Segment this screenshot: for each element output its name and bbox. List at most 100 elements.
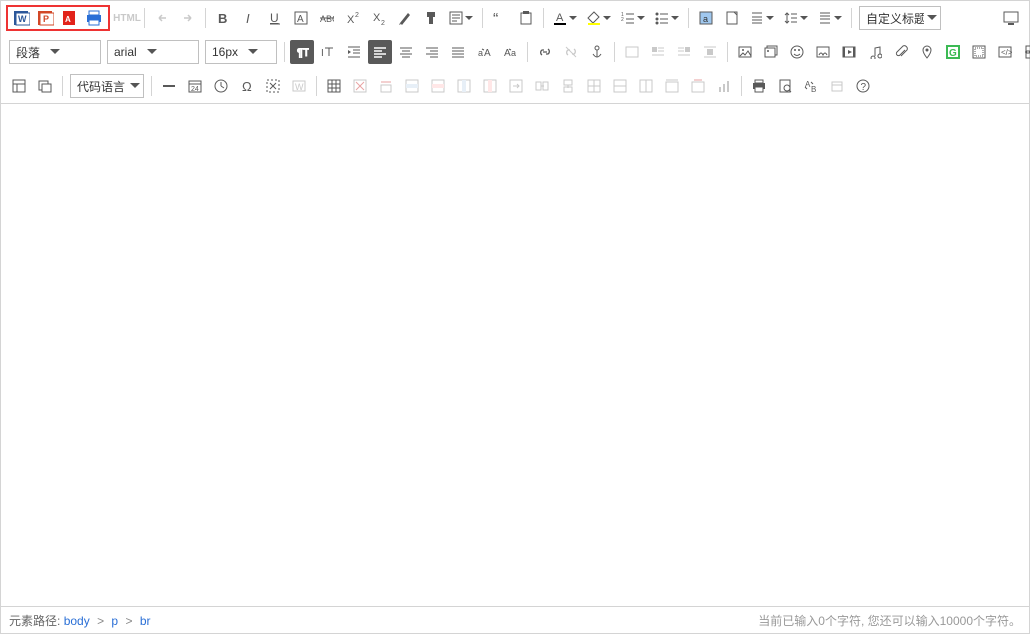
horizontal-rule-icon[interactable] bbox=[157, 74, 181, 98]
attachment-icon[interactable] bbox=[889, 40, 913, 64]
forecolor-icon[interactable]: A bbox=[549, 6, 581, 30]
search-replace-icon[interactable]: AB bbox=[799, 74, 823, 98]
row-spacing-top-icon[interactable] bbox=[746, 6, 778, 30]
select-all-icon[interactable]: a bbox=[694, 6, 718, 30]
import-pdf-icon[interactable]: A bbox=[61, 9, 79, 27]
insert-col-icon[interactable] bbox=[452, 74, 476, 98]
snapscreen-icon[interactable] bbox=[261, 74, 285, 98]
pagebreak-icon[interactable] bbox=[1019, 40, 1030, 64]
split-cols-icon[interactable] bbox=[634, 74, 658, 98]
delete-row-icon[interactable] bbox=[426, 74, 450, 98]
link-icon[interactable] bbox=[533, 40, 557, 64]
direction-rtl-icon[interactable]: I bbox=[316, 40, 340, 64]
bold-icon[interactable]: B bbox=[211, 6, 235, 30]
pasteplain-icon[interactable] bbox=[514, 6, 538, 30]
fontborder-icon[interactable]: A bbox=[289, 6, 313, 30]
format-match-icon[interactable] bbox=[419, 6, 443, 30]
print-icon[interactable] bbox=[85, 9, 103, 27]
date-icon[interactable]: 24 bbox=[183, 74, 207, 98]
touppercase-icon[interactable]: aA bbox=[472, 40, 496, 64]
insert-para-before-table-icon[interactable] bbox=[374, 74, 398, 98]
editor-content-area[interactable] bbox=[1, 103, 1029, 606]
clear-doc-icon[interactable] bbox=[720, 6, 744, 30]
paragraph-select[interactable]: 段落 bbox=[9, 40, 101, 64]
emotion-icon[interactable] bbox=[785, 40, 809, 64]
font-size-select[interactable]: 16px bbox=[205, 40, 277, 64]
tolowercase-icon[interactable]: Aa bbox=[498, 40, 522, 64]
autotypeset-icon[interactable] bbox=[445, 6, 477, 30]
unordered-list-icon[interactable] bbox=[651, 6, 683, 30]
line-height-icon[interactable] bbox=[780, 6, 812, 30]
time-icon[interactable] bbox=[209, 74, 233, 98]
custom-title-select[interactable]: 自定义标题 bbox=[859, 6, 941, 30]
rich-text-editor: W P A HTML B I U A ABC X2 X2 “ A 12 a bbox=[0, 0, 1030, 634]
svg-text:24: 24 bbox=[191, 86, 199, 93]
source-html-button[interactable]: HTML bbox=[115, 6, 139, 30]
map-icon[interactable] bbox=[915, 40, 939, 64]
help-icon[interactable]: ? bbox=[851, 74, 875, 98]
redo-icon[interactable] bbox=[176, 6, 200, 30]
delete-col-icon[interactable] bbox=[478, 74, 502, 98]
split-rows-icon[interactable] bbox=[608, 74, 632, 98]
background-icon[interactable] bbox=[33, 74, 57, 98]
svg-text:X: X bbox=[373, 12, 381, 24]
import-ppt-icon[interactable]: P bbox=[37, 9, 55, 27]
svg-text:B: B bbox=[218, 11, 227, 25]
editor-body[interactable] bbox=[13, 128, 1017, 606]
scrawl-icon[interactable] bbox=[811, 40, 835, 64]
code-language-select[interactable]: 代码语言 bbox=[70, 74, 144, 98]
merge-down-icon[interactable] bbox=[556, 74, 580, 98]
image-left-icon[interactable] bbox=[646, 40, 670, 64]
template-icon[interactable] bbox=[7, 74, 31, 98]
backcolor-icon[interactable] bbox=[583, 6, 615, 30]
wordimage-icon[interactable]: W bbox=[287, 74, 311, 98]
path-segment-p[interactable]: p bbox=[111, 614, 118, 628]
subscript-icon[interactable]: X2 bbox=[367, 6, 391, 30]
merge-cells-icon[interactable] bbox=[504, 74, 528, 98]
delete-table-icon[interactable] bbox=[348, 74, 372, 98]
drafts-icon[interactable] bbox=[825, 74, 849, 98]
undo-icon[interactable] bbox=[150, 6, 174, 30]
merge-right-icon[interactable] bbox=[530, 74, 554, 98]
insert-caption-icon[interactable] bbox=[660, 74, 684, 98]
direction-ltr-icon[interactable]: ¶T bbox=[290, 40, 314, 64]
insert-table-icon[interactable] bbox=[322, 74, 346, 98]
split-cells-icon[interactable] bbox=[582, 74, 606, 98]
indent-icon[interactable] bbox=[342, 40, 366, 64]
image-right-icon[interactable] bbox=[672, 40, 696, 64]
blockquote-icon[interactable]: “ bbox=[488, 6, 512, 30]
strikethrough-icon[interactable]: ABC bbox=[315, 6, 339, 30]
gmap-icon[interactable]: G bbox=[941, 40, 965, 64]
import-word-icon[interactable]: W bbox=[13, 9, 31, 27]
chart-icon[interactable] bbox=[712, 74, 736, 98]
insert-row-icon[interactable] bbox=[400, 74, 424, 98]
image-none-icon[interactable] bbox=[620, 40, 644, 64]
frame-icon[interactable] bbox=[967, 40, 991, 64]
font-family-select[interactable]: arial bbox=[107, 40, 199, 64]
simple-upload-icon[interactable] bbox=[733, 40, 757, 64]
italic-icon[interactable]: I bbox=[237, 6, 261, 30]
multi-image-icon[interactable] bbox=[759, 40, 783, 64]
music-icon[interactable] bbox=[863, 40, 887, 64]
code-icon[interactable]: </> bbox=[993, 40, 1017, 64]
image-center-icon[interactable] bbox=[698, 40, 722, 64]
align-left-icon[interactable] bbox=[368, 40, 392, 64]
path-segment-body[interactable]: body bbox=[64, 614, 90, 628]
delete-caption-icon[interactable] bbox=[686, 74, 710, 98]
row-spacing-bottom-icon[interactable] bbox=[814, 6, 846, 30]
align-right-icon[interactable] bbox=[420, 40, 444, 64]
path-segment-br[interactable]: br bbox=[140, 614, 151, 628]
unlink-icon[interactable] bbox=[559, 40, 583, 64]
fullscreen-icon[interactable] bbox=[999, 6, 1023, 30]
align-justify-icon[interactable] bbox=[446, 40, 470, 64]
print-button-icon[interactable] bbox=[747, 74, 771, 98]
special-char-icon[interactable]: Ω bbox=[235, 74, 259, 98]
remove-format-icon[interactable] bbox=[393, 6, 417, 30]
preview-icon[interactable] bbox=[773, 74, 797, 98]
underline-icon[interactable]: U bbox=[263, 6, 287, 30]
align-center-icon[interactable] bbox=[394, 40, 418, 64]
video-icon[interactable] bbox=[837, 40, 861, 64]
ordered-list-icon[interactable]: 12 bbox=[617, 6, 649, 30]
superscript-icon[interactable]: X2 bbox=[341, 6, 365, 30]
anchor-icon[interactable] bbox=[585, 40, 609, 64]
